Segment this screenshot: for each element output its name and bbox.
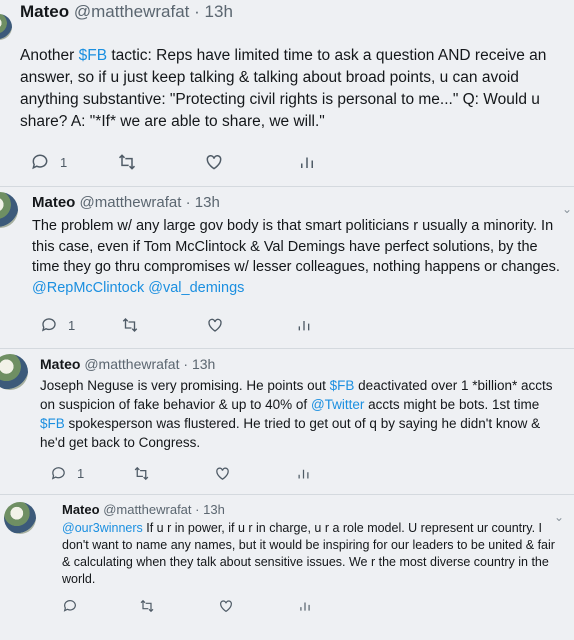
tweet-text-segment: Another [20,47,79,64]
avatar[interactable] [0,192,18,228]
like-icon [218,598,234,614]
separator: · [185,194,191,211]
like-icon [214,465,231,482]
tweet-actions [62,598,322,620]
analytics-button[interactable] [296,465,311,482]
avatar[interactable] [0,354,28,390]
reply-button[interactable] [62,598,78,614]
reply-count: 1 [77,466,85,481]
tweet-header: Mateo @matthewrafat · 13h [32,194,220,211]
tweet-text: Joseph Neguse is very promising. He poin… [40,376,556,453]
tweet-text: @our3winners If u r in power, if u r in … [62,520,560,588]
retweet-button[interactable] [116,152,138,172]
analytics-button[interactable] [298,152,316,172]
chevron-down-icon[interactable]: ⌄ [562,202,572,216]
reply-button[interactable]: 1 [40,316,75,334]
reply-icon [62,598,78,614]
reply-button[interactable]: 1 [50,465,84,482]
divider [0,348,574,349]
mention-link[interactable]: @val_demings [148,280,244,296]
analytics-icon [296,316,312,334]
avatar[interactable] [0,14,12,40]
retweet-icon [120,316,140,334]
retweet-icon [132,465,151,482]
analytics-button[interactable] [296,316,312,334]
tweet-text: The problem w/ any large gov body is tha… [32,216,566,298]
author-name[interactable]: Mateo [40,356,80,372]
mention-link[interactable]: @RepMcClintock [32,280,144,296]
author-name[interactable]: Mateo [32,194,75,211]
analytics-icon [298,598,312,614]
tweet-actions: 1 [30,152,330,174]
author-name[interactable]: Mateo [20,2,69,21]
like-icon [204,152,224,172]
retweet-button[interactable] [132,465,151,482]
author-name[interactable]: Mateo [62,502,100,517]
like-button[interactable] [204,152,224,172]
tweet-actions: 1 [50,465,310,487]
tweet-text-segment: spokesperson was flustered. He tried to … [40,416,541,451]
tweet-header: Mateo @matthewrafat · 13h [62,502,225,517]
like-icon [206,316,224,334]
tweet-header: Mateo @matthewrafat · 13h [40,356,215,372]
reply-icon [40,316,58,334]
timestamp[interactable]: 13h [203,502,225,517]
author-handle[interactable]: @matthewrafat [103,502,191,517]
retweet-icon [138,598,156,614]
tweet-text: Another $FB tactic: Reps have limited ti… [20,45,568,133]
reply-icon [30,152,50,172]
tweet-text-segment: accts might be bots. 1st time [364,397,540,413]
author-handle[interactable]: @matthewrafat [84,356,179,372]
timestamp[interactable]: 13h [192,356,215,372]
author-handle[interactable]: @matthewrafat [80,194,182,211]
analytics-icon [296,465,311,482]
tweet-text-segment: Joseph Neguse is very promising. He poin… [40,378,330,393]
author-handle[interactable]: @matthewrafat [74,2,190,21]
tweet-header: Mateo @matthewrafat · 13h [20,2,233,22]
cashtag-link[interactable]: $FB [79,47,107,64]
mention-link[interactable]: @our3winners [62,521,143,535]
retweet-button[interactable] [120,316,140,334]
reply-button[interactable]: 1 [30,152,67,172]
separator: · [195,502,200,517]
separator: · [183,356,189,372]
like-button[interactable] [214,465,231,482]
cashtag-link[interactable]: $FB [330,378,355,393]
avatar[interactable] [4,502,36,534]
analytics-button[interactable] [298,598,312,614]
retweet-button[interactable] [138,598,156,614]
separator: · [194,2,200,21]
analytics-icon [298,152,316,172]
like-button[interactable] [218,598,234,614]
retweet-icon [116,152,138,172]
tweet-actions: 1 [40,316,320,338]
timestamp[interactable]: 13h [205,2,233,21]
reply-count: 1 [60,154,68,170]
divider [0,494,574,495]
reply-count: 1 [68,317,76,333]
divider [0,186,574,187]
cashtag-link[interactable]: $FB [40,416,65,431]
mention-link[interactable]: @Twitter [311,397,364,412]
like-button[interactable] [206,316,224,334]
reply-icon [50,465,67,482]
tweet-text-segment: The problem w/ any large gov body is tha… [32,218,560,276]
timestamp[interactable]: 13h [195,194,220,211]
